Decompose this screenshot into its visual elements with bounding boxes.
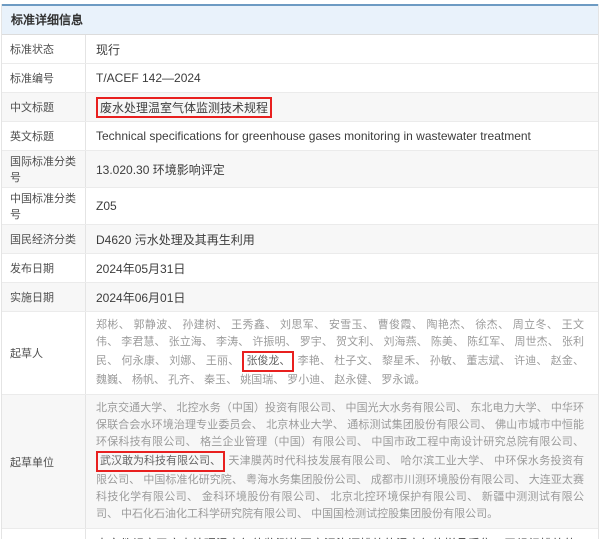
value-text: Z05: [96, 199, 117, 213]
standard-detail-panel: 标准详细信息 标准状态现行标准编号 T/ACEF 142—2024 中文标题废水处理…: [1, 4, 599, 539]
table-row: 标准状态现行: [2, 35, 598, 64]
table-row: 实施日期 2024年06月01日: [2, 283, 598, 312]
row-value: 现行: [86, 35, 598, 63]
row-label: 标准编号: [2, 64, 86, 92]
row-value: 本文件规定了废水处理温室气体监测的固定污染源排放的温室气体样品采集、无组织排放的…: [86, 529, 598, 539]
value-text: 现行: [96, 41, 120, 58]
value-text: 2024年06月01日: [96, 289, 185, 306]
row-value: Technical specifications for greenhouse …: [86, 122, 598, 150]
row-value: T/ACEF 142—2024: [86, 64, 598, 92]
value-text: 北京交通大学、 北控水务（中国）投资有限公司、 中国光大水务有限公司、 东北电力…: [96, 402, 584, 448]
row-value: Z05: [86, 188, 598, 224]
row-label: 发布日期: [2, 254, 86, 282]
row-label: 中国标准分类号: [2, 188, 86, 224]
table-row: 起草人郑彬、 郭静波、 孙建树、 王秀鑫、 刘思军、 安雪玉、 曹俊霞、 陶艳杰…: [2, 312, 598, 395]
row-label: 标准状态: [2, 35, 86, 63]
row-label: 范围: [2, 529, 86, 539]
row-label: 起草人: [2, 312, 86, 394]
annotation-highlight: 武汉敢为科技有限公司、: [96, 451, 225, 472]
annotation-highlight: 废水处理温室气体监测技术规程: [96, 97, 272, 118]
row-label: 国民经济分类: [2, 225, 86, 253]
value-text: T/ACEF 142—2024: [96, 71, 201, 85]
row-label: 国际标准分类号: [2, 151, 86, 187]
table-row: 中国标准分类号 Z05: [2, 188, 598, 225]
row-label: 中文标题: [2, 93, 86, 121]
table-row: 发布日期 2024年05月31日: [2, 254, 598, 283]
table-row: 范围本文件规定了废水处理温室气体监测的固定污染源排放的温室气体样品采集、无组织排…: [2, 529, 598, 539]
row-value: 废水处理温室气体监测技术规程: [86, 93, 598, 121]
annotation-highlight: 张俊龙、: [242, 351, 294, 372]
row-value: 2024年06月01日: [86, 283, 598, 311]
value-text: 13.020.30 环境影响评定: [96, 161, 225, 178]
value-text: 2024年05月31日: [96, 260, 185, 277]
row-label: 英文标题: [2, 122, 86, 150]
row-value: 北京交通大学、 北控水务（中国）投资有限公司、 中国光大水务有限公司、 东北电力…: [86, 395, 598, 528]
row-value: 郑彬、 郭静波、 孙建树、 王秀鑫、 刘思军、 安雪玉、 曹俊霞、 陶艳杰、 徐…: [86, 312, 598, 394]
table-row: 国际标准分类号 13.020.30 环境影响评定: [2, 151, 598, 188]
table-row: 中文标题废水处理温室气体监测技术规程: [2, 93, 598, 122]
value-text: Technical specifications for greenhouse …: [96, 129, 531, 143]
detail-table: 标准状态现行标准编号 T/ACEF 142—2024 中文标题废水处理温室气体监测技…: [2, 35, 598, 539]
row-label: 实施日期: [2, 283, 86, 311]
table-row: 英文标题 Technical specifications for greenho…: [2, 122, 598, 151]
row-value: 2024年05月31日: [86, 254, 598, 282]
value-text: D4620 污水处理及其再生利用: [96, 231, 255, 248]
row-value: 13.020.30 环境影响评定: [86, 151, 598, 187]
table-row: 国民经济分类 D4620 污水处理及其再生利用: [2, 225, 598, 254]
standard-detail-page: 标准详细信息 标准状态现行标准编号 T/ACEF 142—2024 中文标题废水处理…: [0, 0, 600, 539]
panel-title: 标准详细信息: [2, 4, 598, 35]
table-row: 起草单位北京交通大学、 北控水务（中国）投资有限公司、 中国光大水务有限公司、 …: [2, 395, 598, 529]
table-row: 标准编号 T/ACEF 142—2024: [2, 64, 598, 93]
row-label: 起草单位: [2, 395, 86, 528]
row-value: D4620 污水处理及其再生利用: [86, 225, 598, 253]
